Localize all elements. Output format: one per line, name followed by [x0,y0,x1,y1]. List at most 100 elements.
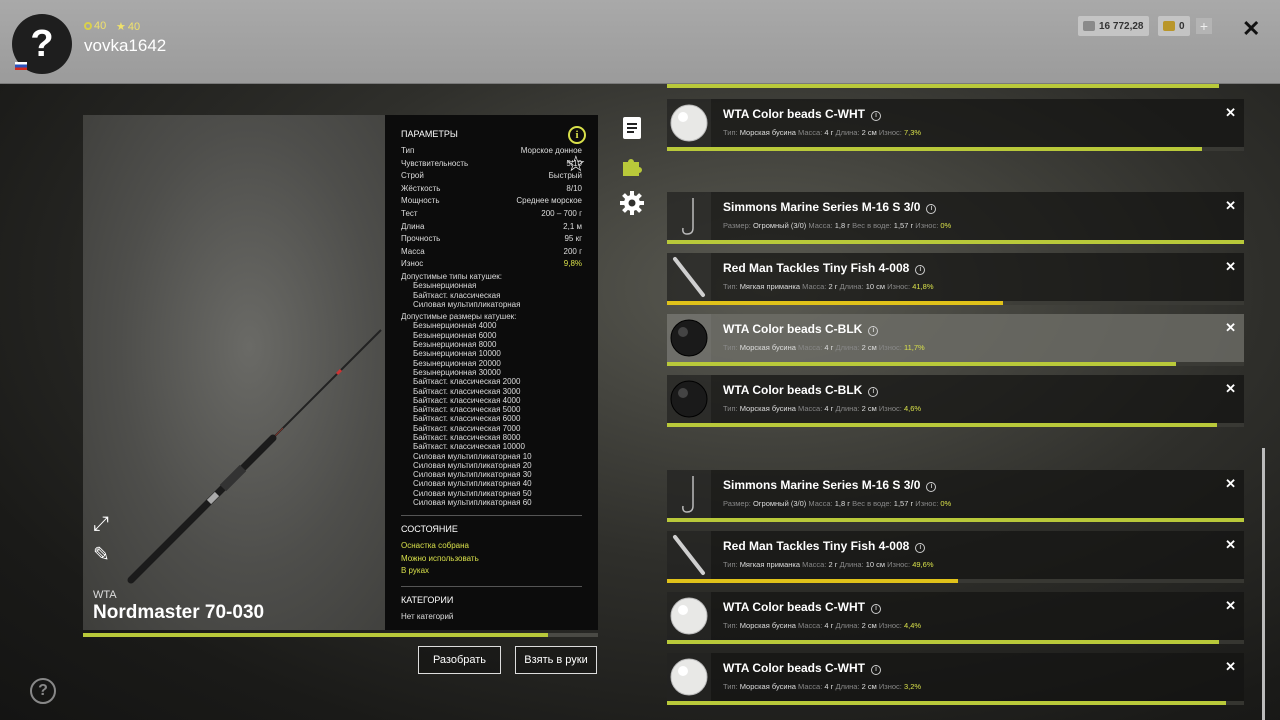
reel-type-item: Безынерционная [413,281,477,291]
username: vovka1642 [84,36,167,55]
meta-key: Тип: [723,282,738,291]
meta-value: 2 г [828,282,838,291]
tackle-item[interactable]: Simmons Marine Series M-16 S 3/0 i Размер:… [667,192,1244,240]
item-name: WTA Color beads C-WHT [723,107,865,121]
remove-item-button[interactable]: ✕ [1225,381,1236,397]
info-icon[interactable]: i [926,204,937,214]
item-meta: Тип: Морская бусина Масса: 4 г Длина: 2 … [723,343,925,352]
reel-size-item: Безынерционная 20000 [413,358,501,368]
meta-key: Износ: [887,560,911,569]
meta-key: Масса: [802,282,827,291]
reel-size-item: Байткаст. классическая 5000 [413,405,521,415]
meta-value: Морская бусина [739,621,796,630]
info-icon[interactable]: i [870,111,881,121]
hook-icon [682,476,694,513]
item-meta: Тип: Морская бусина Масса: 4 г Длина: 2 … [723,128,921,137]
tackle-item[interactable]: WTA Color beads C-WHT i Тип: Морская бусин… [667,653,1244,701]
remove-item-button[interactable]: ✕ [1225,537,1236,553]
info-icon[interactable]: i [915,543,926,553]
item-wear-bar [667,701,1244,705]
info-icon[interactable]: i [868,326,879,336]
item-title: WTA Color beads C-BLK i [723,383,879,397]
remove-item-button[interactable]: ✕ [1225,598,1236,614]
remove-item-button[interactable]: ✕ [1225,198,1236,214]
info-icon[interactable]: i [915,265,926,275]
tackle-item[interactable]: WTA Color beads C-WHT i Тип: Морская бусин… [667,592,1244,640]
repair-kit-icon[interactable]: ✎ [93,542,110,567]
meta-key: Масса: [798,682,823,691]
silver-value: 16 772,28 [1099,20,1144,32]
tackle-item[interactable]: Simmons Marine Series M-16 S 3/0 i Размер:… [667,470,1244,518]
meta-value: Мягкая приманка [739,560,801,569]
remove-item-button[interactable]: ✕ [1225,320,1236,336]
info-icon[interactable]: i [870,604,881,614]
expand-icon[interactable]: ⤢ [93,513,109,536]
item-wear-fill [667,640,1219,644]
rod-brand: WTA [93,589,117,601]
item-wear-bar [667,518,1244,522]
reel-size-item: Силовая мультипликаторная 20 [413,460,532,470]
take-in-hands-button[interactable]: Взять в руки [515,646,597,674]
param-row: Износ 9,8% [401,258,582,271]
item-thumbnail [667,375,711,423]
meta-key: Тип: [723,404,738,413]
tackle-item[interactable]: WTA Color beads C-WHT i Тип: Морская бусин… [667,99,1244,147]
tackle-item[interactable]: WTA Color beads C-BLK i Тип: Морская бусин… [667,314,1244,362]
russia-flag-icon [15,62,27,70]
rod-wear-fill [83,633,548,637]
meta-value: 1,57 г [893,499,914,508]
favorite-star-icon[interactable]: ☆ [566,151,586,177]
add-gold-button[interactable]: + [1196,18,1212,34]
info-icon[interactable]: i [868,387,879,397]
reel-size-item: Байткаст. классическая 4000 [413,395,521,405]
param-value: 95 кг [564,234,582,244]
parameters-title: ПАРАМЕТРЫ [401,129,458,139]
info-icon[interactable]: i [926,482,937,492]
param-row: Масса 200 г [401,246,582,259]
meta-key: Износ: [915,499,939,508]
item-title: WTA Color beads C-WHT i [723,107,881,121]
remove-item-button[interactable]: ✕ [1225,476,1236,492]
document-icon[interactable] [620,116,644,140]
hook-icon [682,198,694,235]
tackle-item[interactable]: Red Man Tackles Tiny Fish 4-008 i Тип: Мяг… [667,531,1244,579]
puzzle-icon[interactable] [620,154,644,178]
param-row: Жёсткость 8/10 [401,183,582,196]
remove-item-button[interactable]: ✕ [1225,259,1236,275]
param-key: Масса [401,246,425,256]
help-icon[interactable]: ? [30,678,56,704]
item-title: Simmons Marine Series M-16 S 3/0 i [723,478,937,492]
meta-value: 4 г [824,682,834,691]
param-key: Мощность [401,196,440,206]
stars-value: 40 [127,20,141,33]
info-icon[interactable]: i [568,126,586,144]
meta-key: Тип: [723,621,738,630]
tackle-item[interactable]: WTA Color beads C-BLK i Тип: Морская бусин… [667,375,1244,423]
item-meta: Размер: Огромный (3/0) Масса: 1,8 г Вес … [723,221,951,230]
scrollbar[interactable] [1262,448,1265,720]
tackle-list[interactable]: WTA Color beads C-WHT i Тип: Морская бусин… [667,84,1267,720]
param-value: 200 г [563,246,583,256]
meta-key: Масса: [798,343,823,352]
reel-size-item: Безынерционная 6000 [413,330,497,340]
stars-stat: ★ 40 [116,20,141,34]
meta-key: Длина: [839,282,864,291]
param-key: Чувствительность [401,158,469,168]
meta-key: Размер: [723,499,751,508]
remove-item-button[interactable]: ✕ [1225,659,1236,675]
meta-key: Износ: [878,682,902,691]
disassemble-button[interactable]: Разобрать [418,646,501,674]
gear-icon[interactable] [620,191,644,215]
info-icon[interactable]: i [870,665,881,675]
meta-key: Размер: [723,221,751,230]
remove-item-button[interactable]: ✕ [1225,105,1236,121]
item-wear-fill [667,240,1244,244]
meta-value: 1,8 г [834,499,850,508]
item-name: WTA Color beads C-BLK [723,322,863,336]
close-button[interactable]: ✕ [1242,16,1260,42]
item-meta: Тип: Мягкая приманка Масса: 2 г Длина: 1… [723,560,934,569]
item-thumbnail [667,192,711,240]
tackle-item[interactable]: Red Man Tackles Tiny Fish 4-008 i Тип: Мяг… [667,253,1244,301]
item-name: WTA Color beads C-WHT [723,661,865,675]
param-row: Мощность Среднее морское [401,195,582,208]
